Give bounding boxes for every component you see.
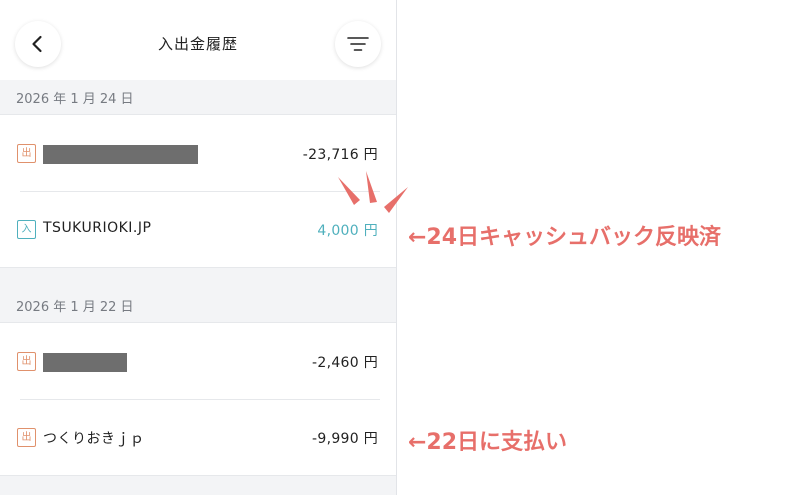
withdrawal-badge: 出: [17, 428, 36, 447]
merchant-name: つくりおきｊｐ: [43, 431, 145, 447]
date-header: 2026 年 1 月 22 日: [0, 288, 396, 322]
transaction-row[interactable]: 出 つくりおきｊｐ -9,990 円: [0, 399, 396, 475]
date-label: 2026 年 1 月 24 日: [16, 92, 134, 107]
withdrawal-badge: 出: [17, 352, 36, 371]
amount: 4,000 円: [317, 223, 378, 239]
transaction-group: 出 -2,460 円 出 つくりおきｊｐ -9,990 円: [0, 322, 396, 476]
redacted-merchant: [43, 145, 198, 164]
cashback-annotation: ←24日キャッシュバック反映済: [408, 225, 722, 250]
transaction-row[interactable]: 出 -2,460 円: [0, 323, 396, 399]
date-header: 2026 年 1 月 24 日: [0, 80, 396, 114]
filter-icon: [347, 37, 369, 51]
date-label: 2026 年 1 月 22 日: [16, 300, 134, 315]
deposit-badge: 入: [17, 220, 36, 239]
amount: -23,716 円: [302, 147, 378, 163]
emphasis-spark-icon: [338, 171, 408, 213]
filter-button[interactable]: [335, 21, 381, 67]
amount: -2,460 円: [312, 355, 378, 371]
redacted-merchant: [43, 353, 127, 372]
phone-screen: 入出金履歴 2026 年 1 月 24 日 出 -23,716 円 入 TSUK…: [0, 0, 397, 495]
withdrawal-badge: 出: [17, 144, 36, 163]
app-header: 入出金履歴: [0, 0, 396, 80]
merchant-name: TSUKURIOKI.JP: [43, 220, 152, 236]
amount: -9,990 円: [312, 431, 378, 447]
payment-annotation: ←22日に支払い: [408, 430, 568, 455]
